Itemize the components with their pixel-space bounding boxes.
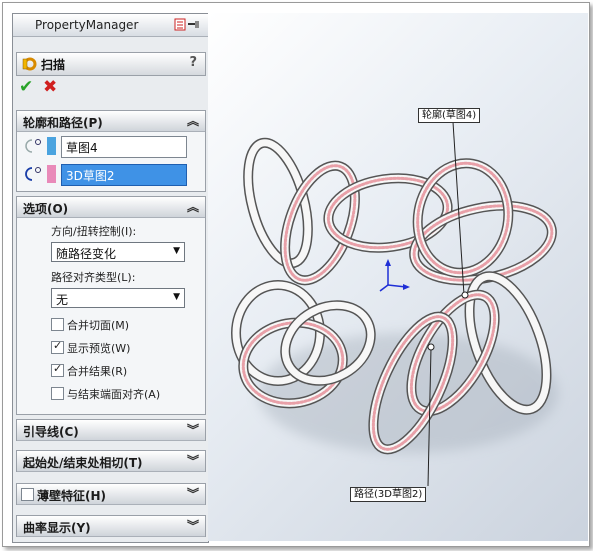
path-callout-anchor[interactable] <box>427 343 435 351</box>
graphics-viewport[interactable]: 轮廓(草图4) 路径(3D草图2) <box>208 13 588 541</box>
curvature-display-label: 曲率显示(Y) <box>23 521 91 535</box>
start-end-tangency-header[interactable]: 起始处/结束处相切(T) ︾ <box>17 451 205 472</box>
dropdown-arrow-icon: ▼ <box>173 246 180 256</box>
pin-icon[interactable] <box>173 18 203 31</box>
chevron-down-icon[interactable]: ︾ <box>187 421 199 438</box>
tube-loop <box>280 160 360 286</box>
thin-feature-header[interactable]: 薄壁特征(H) ︾ <box>17 484 205 505</box>
guide-curves-label: 引导线(C) <box>23 425 79 439</box>
chevron-down-icon[interactable]: ︾ <box>187 452 199 469</box>
profile-callout-label[interactable]: 轮廓(草图4) <box>418 108 481 123</box>
profile-path-group: 轮廓和路径(P) ︽ 草图4 3D草图2 <box>16 110 206 192</box>
orientation-value: 随路径变化 <box>56 247 117 261</box>
chevron-down-icon[interactable]: ︾ <box>187 485 199 502</box>
orientation-label: 方向/扭转控制(I): <box>51 225 137 238</box>
profile-selection-box[interactable]: 草图4 <box>61 136 187 158</box>
path-align-dropdown[interactable]: 无 ▼ <box>51 288 185 308</box>
options-group: 选项(O) ︽ 方向/扭转控制(I): 随路径变化 ▼ 路径对齐类型(L): 无… <box>16 196 206 415</box>
dropdown-arrow-icon: ▼ <box>173 292 180 302</box>
align-end-faces-checkbox[interactable] <box>51 387 64 400</box>
start-end-tangency-group: 起始处/结束处相切(T) ︾ <box>16 450 206 472</box>
path-color-swatch <box>47 165 56 183</box>
chevron-up-icon[interactable]: ︽ <box>187 112 199 129</box>
path-callout-label[interactable]: 路径(3D草图2) <box>350 487 427 502</box>
orientation-dropdown[interactable]: 随路径变化 ▼ <box>51 242 185 262</box>
path-selection-box[interactable]: 3D草图2 <box>61 164 187 186</box>
guide-curves-header[interactable]: 引导线(C) ︾ <box>17 420 205 441</box>
options-header-label: 选项(O) <box>23 202 69 216</box>
merge-tangent-checkbox[interactable] <box>51 318 64 331</box>
path-value: 3D草图2 <box>66 169 115 183</box>
feature-name: 扫描 <box>41 58 66 72</box>
help-button[interactable]: ? <box>189 55 197 70</box>
window-frame: PropertyManager 扫描 ? ✔ ✖ 轮廓和路径(P) ︽ 草图4 … <box>2 2 590 547</box>
feature-header: 扫描 ? <box>16 52 206 76</box>
show-preview-label: 显示预览(W) <box>67 342 131 355</box>
thin-feature-label: 薄壁特征(H) <box>37 489 107 503</box>
curvature-display-header[interactable]: 曲率显示(Y) ︾ <box>17 516 205 537</box>
tube-loop <box>412 158 514 278</box>
start-end-tangency-label: 起始处/结束处相切(T) <box>23 456 143 470</box>
guide-curves-group: 引导线(C) ︾ <box>16 419 206 441</box>
curvature-display-group: 曲率显示(Y) ︾ <box>16 515 206 537</box>
chevron-down-icon[interactable]: ︾ <box>187 517 199 534</box>
thin-feature-checkbox[interactable] <box>21 488 34 501</box>
ok-button[interactable]: ✔ <box>19 77 33 97</box>
property-manager-title-bar: PropertyManager <box>13 14 208 37</box>
align-end-faces-label: 与结束端面对齐(A) <box>67 388 161 401</box>
show-preview-checkbox[interactable] <box>51 339 64 354</box>
path-align-label: 路径对齐类型(L): <box>51 271 136 284</box>
profile-callout-anchor[interactable] <box>461 291 469 299</box>
profile-path-header-label: 轮廓和路径(P) <box>23 116 103 130</box>
path-icon <box>25 167 41 181</box>
profile-value: 草图4 <box>66 141 98 155</box>
merge-result-label: 合并结果(R) <box>67 365 128 378</box>
options-header[interactable]: 选项(O) ︽ <box>17 197 205 218</box>
property-manager-title: PropertyManager <box>35 18 139 32</box>
profile-icon <box>25 139 41 153</box>
chevron-up-icon[interactable]: ︽ <box>187 198 199 215</box>
merge-result-checkbox[interactable] <box>51 362 64 377</box>
coordinate-triad-icon <box>379 259 410 292</box>
cancel-button[interactable]: ✖ <box>43 77 57 97</box>
property-manager-panel: PropertyManager 扫描 ? ✔ ✖ 轮廓和路径(P) ︽ 草图4 … <box>12 13 209 543</box>
sweep-icon <box>22 57 37 71</box>
path-align-value: 无 <box>56 293 69 307</box>
merge-tangent-label: 合并切面(M) <box>67 319 130 332</box>
profile-path-header[interactable]: 轮廓和路径(P) ︽ <box>17 111 205 132</box>
sweep-model-preview <box>231 121 558 487</box>
tube-loop <box>243 137 313 269</box>
profile-color-swatch <box>47 137 56 155</box>
thin-feature-group: 薄壁特征(H) ︾ <box>16 483 206 505</box>
